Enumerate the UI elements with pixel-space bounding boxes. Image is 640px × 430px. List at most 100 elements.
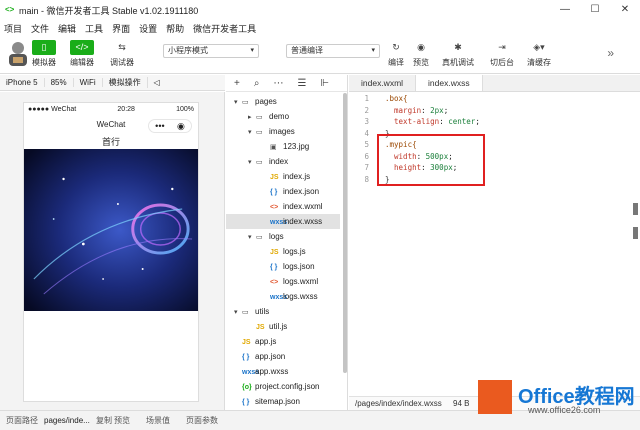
wxss-file-icon: wxss bbox=[270, 294, 288, 301]
folder-item[interactable]: ▾ ▭ logs bbox=[226, 229, 340, 244]
tab-index-wxml[interactable]: index.wxml bbox=[349, 75, 417, 91]
battery-text: 100% bbox=[176, 105, 194, 113]
mode-select[interactable]: 小程序模式 ▾ bbox=[163, 44, 259, 58]
double-chevron-right-icon[interactable]: » bbox=[607, 46, 614, 60]
menu-file[interactable]: 文件 bbox=[31, 22, 49, 35]
maximize-button[interactable]: ☐ bbox=[580, 0, 610, 20]
file-item[interactable]: { } sitemap.json bbox=[226, 394, 340, 409]
compile-label: 编译 bbox=[388, 58, 404, 67]
simulate-ops-select[interactable]: 模拟操作 bbox=[103, 77, 148, 88]
code-editor-panel: index.wxml index.wxss 1 .box{2 margin: 2p… bbox=[349, 75, 640, 410]
network-select[interactable]: WiFi bbox=[74, 78, 103, 87]
menu-view[interactable]: 界面 bbox=[112, 22, 130, 35]
folder-item[interactable]: ▾ ▭ index bbox=[226, 154, 340, 169]
user-avatar[interactable] bbox=[6, 40, 30, 66]
chevron-right-icon[interactable]: ▸ bbox=[248, 110, 256, 125]
file-item[interactable]: <> index.wxml bbox=[226, 199, 340, 214]
compile-mode-select[interactable]: 普通编译 ▾ bbox=[286, 44, 380, 58]
clear-cache-button[interactable]: ◈▾ 清缓存 bbox=[527, 40, 551, 68]
tree-item-label: logs.js bbox=[283, 247, 306, 256]
scene-value-label[interactable]: 场景值 bbox=[146, 411, 170, 430]
file-item[interactable]: JS logs.js bbox=[226, 244, 340, 259]
menu-wechat-devtools[interactable]: 微信开发者工具 bbox=[193, 22, 256, 35]
file-item[interactable]: <> logs.wxml bbox=[226, 274, 340, 289]
wxss-file-icon: wxss bbox=[270, 219, 288, 226]
file-item[interactable]: wxssindex.wxss bbox=[226, 214, 340, 229]
editor-button[interactable]: </> 编辑器 bbox=[70, 40, 94, 68]
collapse-icon[interactable]: ☰ bbox=[297, 78, 306, 89]
copy-link[interactable]: 复制 bbox=[96, 411, 112, 430]
tab-index-wxss[interactable]: index.wxss bbox=[416, 75, 483, 91]
simulator-button[interactable]: ▯ 模拟器 bbox=[32, 40, 56, 68]
file-item[interactable]: { } app.json bbox=[226, 349, 340, 364]
folder-item[interactable]: ▸ ▭ demo bbox=[226, 109, 340, 124]
menu-tools[interactable]: 工具 bbox=[85, 22, 103, 35]
chevron-down-icon[interactable]: ▾ bbox=[248, 230, 256, 245]
sound-icon[interactable]: ◁ bbox=[148, 78, 166, 87]
chevron-down-icon[interactable]: ▾ bbox=[234, 95, 242, 110]
chevron-down-icon: ▾ bbox=[250, 47, 254, 54]
phone-icon: ▯ bbox=[32, 40, 56, 55]
tree-item-label: utils bbox=[255, 307, 270, 316]
folder-item[interactable]: ▾ ▭ pages bbox=[226, 94, 340, 109]
menu-settings[interactable]: 设置 bbox=[139, 22, 157, 35]
menu-help[interactable]: 帮助 bbox=[166, 22, 184, 35]
code-text: margin: 2px; bbox=[394, 105, 449, 115]
capsule-button[interactable]: ••• ◉ bbox=[148, 119, 192, 133]
code-line[interactable]: 2 margin: 2px; bbox=[349, 105, 629, 117]
folder-item[interactable]: ▾ ▭ images bbox=[226, 124, 340, 139]
file-item[interactable]: { } index.json bbox=[226, 184, 340, 199]
menu-project[interactable]: 项目 bbox=[4, 22, 22, 35]
tree-item-label: logs.json bbox=[283, 262, 315, 271]
device-select[interactable]: iPhone 5 bbox=[0, 78, 45, 87]
line-number: 2 bbox=[364, 105, 369, 115]
preview-button[interactable]: ◉ 预览 bbox=[409, 40, 433, 68]
chevron-down-icon[interactable]: ▾ bbox=[234, 305, 242, 320]
close-target-icon[interactable]: ◉ bbox=[177, 120, 185, 132]
tree-item-label: logs.wxml bbox=[283, 277, 319, 286]
window-controls: — ☐ ✕ bbox=[550, 0, 640, 20]
file-item[interactable]: { } logs.json bbox=[226, 259, 340, 274]
preview-link[interactable]: 预览 bbox=[114, 411, 130, 430]
close-button[interactable]: ✕ bbox=[610, 0, 640, 20]
debugger-label: 调试器 bbox=[110, 58, 134, 67]
main-toolbar: ▯ 模拟器 </> 编辑器 ⇆ 调试器 小程序模式 ▾ 普通编译 ▾ ↻ 编译 … bbox=[0, 36, 640, 74]
refresh-icon: ↻ bbox=[392, 42, 400, 52]
more-icon[interactable]: ⋯ bbox=[273, 78, 283, 89]
tree-item-label: util.js bbox=[269, 322, 288, 331]
file-item[interactable]: wxssapp.wxss bbox=[226, 364, 340, 379]
css-value: 2px bbox=[430, 105, 444, 115]
more-icon[interactable]: ••• bbox=[155, 120, 164, 132]
watermark-url: www.office26.com bbox=[528, 405, 601, 415]
file-tree-scrollbar[interactable] bbox=[343, 93, 347, 373]
folder-item[interactable]: ▾ ▭ utils bbox=[226, 304, 340, 319]
menu-edit[interactable]: 编辑 bbox=[58, 22, 76, 35]
folder-icon: ▭ bbox=[256, 114, 263, 121]
code-line[interactable]: 3 text-align: center; bbox=[349, 116, 629, 128]
add-icon[interactable]: + bbox=[234, 78, 240, 89]
chevron-down-icon[interactable]: ▾ bbox=[248, 155, 256, 170]
json-file-icon: { } bbox=[270, 264, 278, 271]
file-item[interactable]: JS index.js bbox=[226, 169, 340, 184]
compile-button[interactable]: ↻ 编译 bbox=[384, 40, 408, 68]
file-item[interactable]: wxsslogs.wxss bbox=[226, 289, 340, 304]
debugger-button[interactable]: ⇆ 调试器 bbox=[110, 40, 134, 68]
split-icon[interactable]: ⊩ bbox=[320, 78, 329, 89]
search-icon[interactable]: ⌕ bbox=[254, 78, 260, 89]
chevron-down-icon: ▾ bbox=[371, 47, 375, 54]
wxml-file-icon: <> bbox=[270, 279, 279, 286]
page-params-label[interactable]: 页面参数 bbox=[186, 411, 218, 430]
file-item[interactable]: ▣ 123.jpg bbox=[226, 139, 340, 154]
file-item[interactable]: JS util.js bbox=[226, 319, 340, 334]
folder-icon: ▭ bbox=[242, 99, 249, 106]
background-button[interactable]: ⇥ 切后台 bbox=[490, 40, 514, 68]
code-line[interactable]: 1 .box{ bbox=[349, 93, 629, 105]
minimize-button[interactable]: — bbox=[550, 0, 580, 20]
file-item[interactable]: {o} project.config.json bbox=[226, 379, 340, 394]
file-item[interactable]: JS app.js bbox=[226, 334, 340, 349]
real-device-debug-button[interactable]: ✱ 真机调试 bbox=[442, 40, 474, 68]
switch-icon: ⇥ bbox=[498, 42, 506, 52]
editor-scrollbar[interactable] bbox=[633, 203, 638, 215]
chevron-down-icon[interactable]: ▾ bbox=[248, 125, 256, 140]
zoom-select[interactable]: 85% bbox=[45, 78, 74, 87]
